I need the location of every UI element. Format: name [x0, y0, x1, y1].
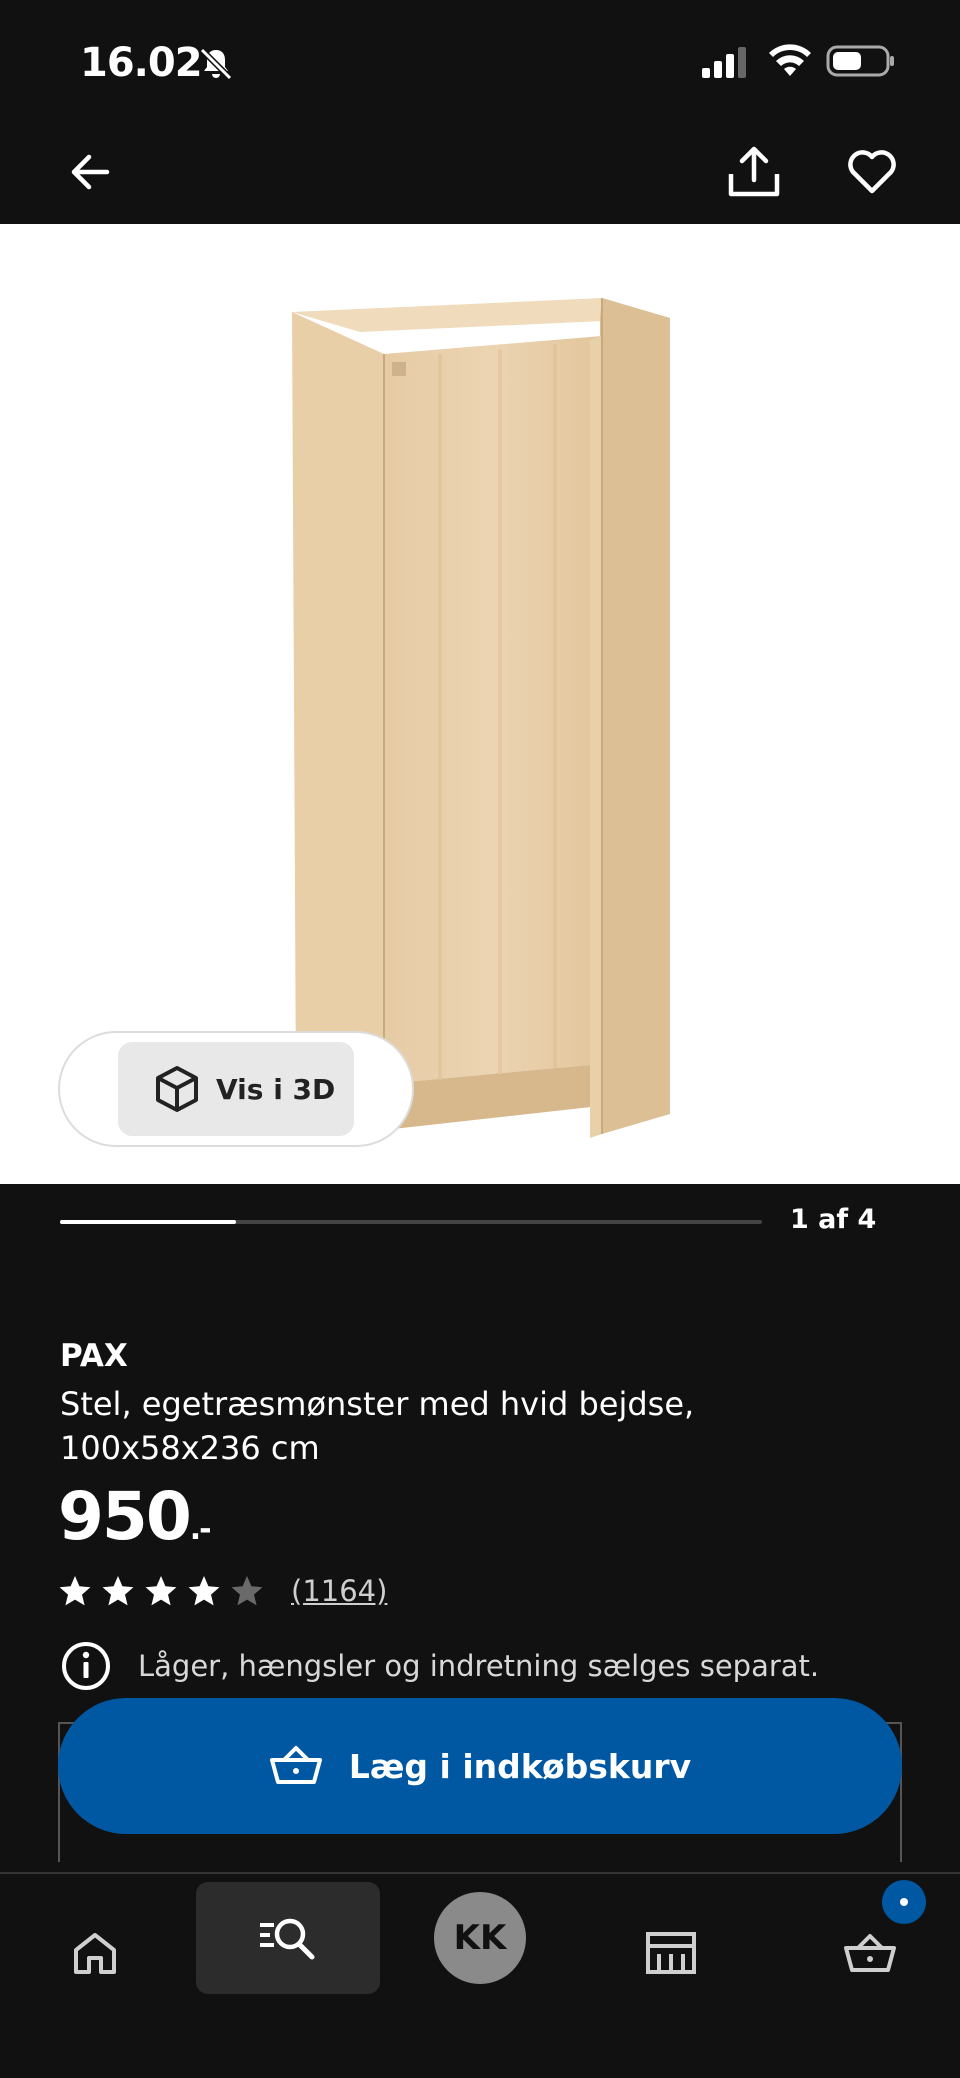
info-icon — [62, 1642, 110, 1690]
status-time: 16.02 — [80, 40, 203, 86]
profile-initials: KK — [453, 1918, 507, 1958]
star-empty-icon — [231, 1576, 263, 1606]
gallery-page-counter: 1 af 4 — [790, 1204, 877, 1235]
star-filled-icon — [59, 1576, 91, 1606]
product-price: 950.- — [58, 1478, 212, 1555]
view-3d-label: Vis i 3D — [216, 1072, 336, 1106]
arrow-left-icon — [71, 154, 110, 190]
nav-search[interactable] — [196, 1882, 380, 1994]
search-icon — [260, 1918, 315, 1960]
bell-muted-icon — [199, 47, 233, 81]
nav-home[interactable] — [60, 1898, 130, 2008]
wifi-icon — [769, 44, 811, 76]
top-nav — [0, 130, 960, 224]
info-notice: Låger, hængsler og indretning sælges sep… — [60, 1640, 819, 1692]
info-text: Låger, hængsler og indretning sælges sep… — [138, 1649, 820, 1683]
product-rating[interactable]: (1164) — [58, 1574, 387, 1608]
review-count-link[interactable]: (1164) — [291, 1574, 387, 1608]
product-image-gallery[interactable] — [0, 224, 960, 1184]
bottom-nav: KK — [0, 1872, 960, 2078]
basket-icon — [269, 1746, 322, 1784]
add-to-cart-button[interactable]: Læg i indkøbskurv — [58, 1698, 902, 1834]
share-icon — [728, 146, 780, 197]
star-filled-icon — [102, 1576, 134, 1606]
cube-icon — [156, 1066, 198, 1112]
price-suffix: .- — [189, 1512, 212, 1547]
rating-stars — [58, 1574, 273, 1608]
share-button[interactable] — [726, 142, 782, 202]
review-count: (1164) — [291, 1574, 388, 1608]
cart-badge — [882, 1880, 926, 1924]
battery-icon — [826, 45, 894, 77]
product-description: Stel, egetræsmønster med hvid bejdse, 10… — [60, 1385, 695, 1467]
star-filled-icon — [188, 1576, 220, 1606]
star-filled-icon — [145, 1576, 177, 1606]
gallery-progress — [60, 1220, 762, 1224]
favorite-button[interactable] — [846, 146, 898, 198]
status-bar: 16.02 — [0, 0, 960, 130]
price-value: 950 — [58, 1478, 192, 1555]
store-icon — [646, 1932, 696, 1974]
nav-profile-avatar[interactable]: KK — [434, 1892, 526, 1984]
view-3d-button[interactable]: Vis i 3D — [118, 1042, 354, 1136]
add-to-cart-label: Læg i indkøbskurv — [348, 1746, 692, 1786]
product-image — [292, 298, 670, 1138]
product-brand: PAX — [60, 1338, 128, 1374]
home-icon — [74, 1933, 116, 1974]
heart-icon — [848, 150, 896, 194]
nav-store[interactable] — [636, 1898, 706, 2008]
cellular-signal-icon — [702, 47, 746, 78]
gallery-progress-fill — [60, 1220, 236, 1224]
back-button[interactable] — [64, 146, 116, 198]
cart-icon — [844, 1934, 896, 1972]
cart-badge-dot — [900, 1898, 908, 1906]
